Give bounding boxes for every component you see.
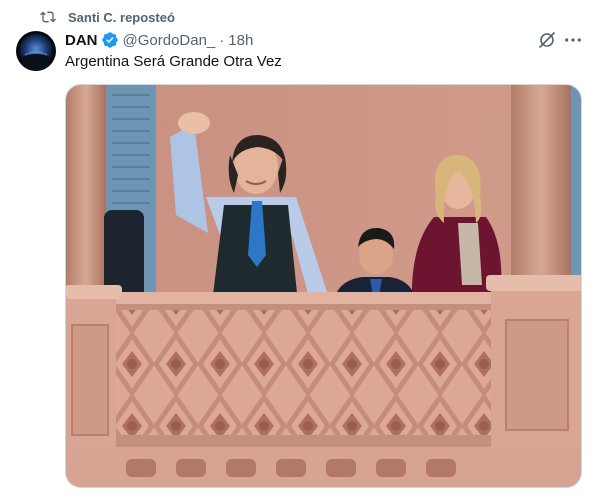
avatar-image — [16, 31, 56, 71]
grok-icon — [539, 32, 555, 48]
tweet-text: Argentina Será Grande Otra Vez — [65, 53, 282, 70]
balcony-photo-image — [66, 85, 581, 487]
repost-header[interactable]: Santi C. reposteó — [40, 8, 175, 26]
author-handle[interactable]: @GordoDan_ — [123, 32, 216, 49]
verified-badge-icon[interactable] — [101, 31, 119, 49]
tweet-header: DAN @GordoDan_ · 18h — [65, 31, 253, 49]
repost-icon — [40, 11, 56, 23]
repost-label[interactable]: Santi C. reposteó — [68, 10, 175, 25]
tweet-timestamp[interactable]: 18h — [228, 32, 253, 49]
tweet-media-photo[interactable] — [65, 84, 582, 488]
avatar[interactable] — [16, 31, 56, 71]
grok-button[interactable] — [538, 31, 556, 49]
separator-dot: · — [219, 31, 225, 49]
more-options-button[interactable] — [563, 31, 583, 49]
more-horizontal-icon — [565, 38, 581, 42]
author-display-name[interactable]: DAN — [65, 32, 98, 49]
